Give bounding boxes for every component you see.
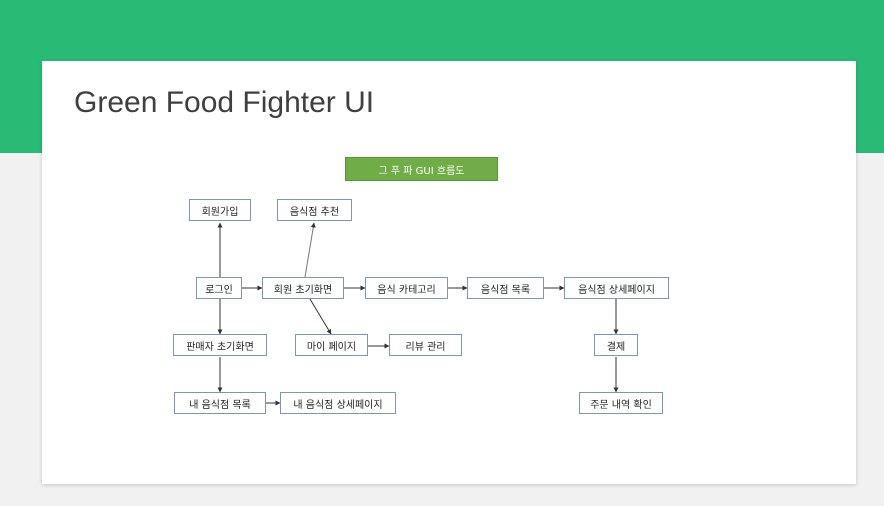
node-order-history: 주문 내역 확인 [579,392,663,414]
node-my-page: 마이 페이지 [295,334,368,356]
node-restaurant-detail: 음식점 상세페이지 [564,277,669,299]
node-my-restaurant-list: 내 음식점 목록 [174,392,266,414]
node-seller-home: 판매자 초기화면 [173,334,267,356]
node-my-restaurant-detail: 내 음식점 상세페이지 [280,392,396,414]
node-food-category: 음식 카테고리 [365,277,448,299]
node-member-home: 회원 초기화면 [262,277,344,299]
node-recommend: 음식점 추천 [277,199,352,221]
edge-member-home-mypage [309,298,332,335]
edge-member-home-recommend [304,222,316,278]
node-login: 로그인 [196,277,242,299]
flow-edges [217,222,619,406]
node-payment: 결제 [594,334,638,356]
node-review-manage: 리뷰 관리 [389,334,462,356]
node-signup: 회원가입 [189,199,251,221]
node-restaurant-list: 음식점 목록 [467,277,544,299]
